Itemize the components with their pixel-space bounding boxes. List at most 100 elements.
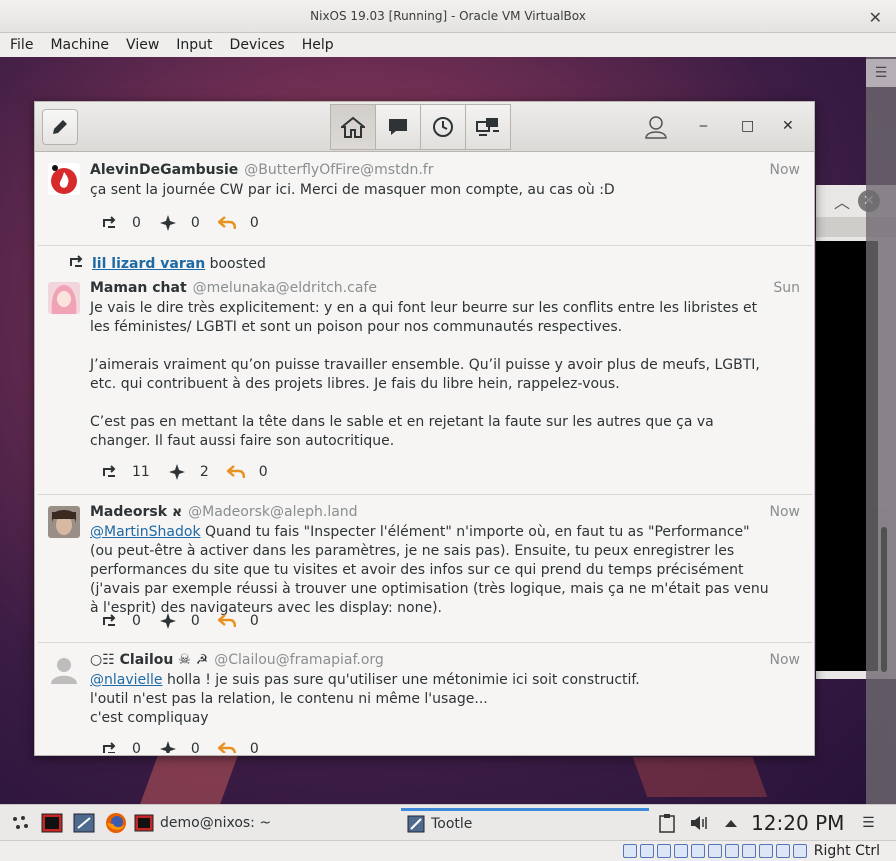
clock[interactable]: 12:20 PM [751, 811, 844, 835]
mention-link[interactable]: @nlavielle [90, 672, 163, 688]
reblog-count: 11 [132, 464, 150, 480]
status-post[interactable]: AlevinDeGambusie @ButterflyOfFire@mstdn.f… [38, 153, 812, 246]
boosted-label: boosted [209, 256, 266, 272]
reply-icon[interactable] [217, 215, 236, 231]
tab-notifications[interactable] [375, 104, 421, 150]
avatar[interactable] [48, 506, 80, 538]
post-line: @nlavielle holla ! je suis pas sure qu'u… [90, 672, 640, 688]
menu-devices[interactable]: Devices [220, 37, 292, 53]
network-icon [476, 118, 499, 136]
network-icon[interactable] [673, 844, 688, 858]
speech-bubble-icon [389, 119, 407, 135]
menu-view[interactable]: View [116, 37, 166, 53]
reblog-icon[interactable] [100, 464, 118, 480]
task-tootle[interactable]: Tootle [401, 807, 650, 838]
terminal-launcher-icon[interactable] [40, 811, 64, 835]
host-key-label: Right Ctrl [813, 843, 880, 859]
minimize-icon[interactable]: ‒ [699, 118, 708, 134]
clipboard-icon[interactable] [655, 811, 679, 835]
favourite-icon[interactable] [159, 215, 177, 231]
wallpaper-shape [632, 757, 768, 797]
usb-icon[interactable] [690, 844, 705, 858]
avatar[interactable] [48, 654, 80, 686]
post-paragraph: Je vais le dire très explicitement: y en… [90, 300, 758, 335]
post-content: @nlavielle holla ! je suis pas sure qu'u… [90, 671, 770, 728]
favourite-icon[interactable] [168, 464, 186, 480]
post-author[interactable]: Maman chat @melunaka@eldritch.cafe [90, 280, 377, 296]
close-icon[interactable]: ✕ [782, 118, 794, 134]
reply-icon[interactable] [217, 613, 236, 629]
menu-input[interactable]: Input [166, 37, 219, 53]
compose-button[interactable] [42, 109, 78, 145]
task-label: demo@nixos: ~ [160, 814, 272, 831]
reblog-icon[interactable] [100, 613, 118, 629]
close-icon[interactable]: ✕ [869, 8, 882, 27]
virtualization-icon[interactable] [758, 844, 773, 858]
favourite-count: 0 [190, 215, 200, 231]
maximize-icon[interactable]: □ [741, 118, 754, 134]
scrollbar-thumb[interactable] [881, 527, 887, 672]
status-post[interactable]: lil lizard varan boosted Maman chat @melu… [38, 246, 812, 495]
mention-link[interactable]: @MartinShadok [90, 524, 201, 540]
reply-count: 0 [258, 464, 268, 480]
reblog-count: 0 [132, 215, 141, 231]
tab-federated[interactable] [465, 104, 511, 150]
audio-icon[interactable] [656, 844, 671, 858]
status-post[interactable]: ○☷ Clailou ☠ ☭ @Clailou@framapiaf.org Now… [38, 643, 812, 753]
hard-disk-icon[interactable] [622, 844, 637, 858]
tab-local[interactable] [420, 104, 466, 150]
reply-icon[interactable] [226, 464, 245, 480]
file-manager-launcher-icon[interactable] [72, 811, 96, 835]
favourite-icon[interactable] [159, 613, 177, 629]
menu-machine[interactable]: Machine [40, 37, 116, 53]
post-time: Now [769, 504, 801, 520]
avatar[interactable] [48, 282, 80, 314]
favourite-icon[interactable] [159, 741, 177, 753]
tray-expand-icon[interactable] [719, 811, 743, 835]
post-time: Now [769, 162, 801, 178]
post-author[interactable]: ○☷ Clailou ☠ ☭ @Clailou@framapiaf.org [90, 652, 384, 668]
post-author[interactable]: AlevinDeGambusie @ButterflyOfFire@mstdn.f… [90, 162, 433, 178]
reply-count: 0 [249, 613, 259, 629]
desktop-scrollbar[interactable]: ☰ [866, 57, 896, 804]
post-paragraph: ça sent la journée CW par ici. Merci de … [90, 182, 615, 198]
menu-help[interactable]: Help [292, 37, 341, 53]
app-launcher-icon[interactable] [8, 811, 32, 835]
booster-link[interactable]: lil lizard varan [92, 256, 205, 272]
menu-file[interactable]: File [0, 37, 40, 53]
timeline-tabs [330, 104, 511, 150]
post-actions: 0 0 0 [100, 613, 277, 629]
account-icon[interactable] [645, 115, 667, 139]
post-line: l'outil n'est pas la relation, le conten… [90, 691, 488, 707]
task-terminal[interactable]: demo@nixos: ~ [128, 808, 277, 838]
status-post[interactable]: Madeorsk א @Madeorsk@aleph.land Now @Mart… [38, 495, 812, 643]
mouse-integration-icon[interactable] [775, 844, 790, 858]
home-timeline[interactable]: AlevinDeGambusie @ButterflyOfFire@mstdn.f… [38, 153, 812, 753]
keyboard-capture-icon[interactable] [792, 844, 807, 858]
post-handle: @Clailou@framapiaf.org [214, 652, 384, 668]
video-capture-icon[interactable] [741, 844, 756, 858]
display-icon[interactable] [724, 844, 739, 858]
post-author[interactable]: Madeorsk א @Madeorsk@aleph.land [90, 504, 358, 520]
avatar[interactable] [48, 163, 80, 195]
vbox-menubar: File Machine View Input Devices Help [0, 33, 896, 57]
post-paragraph: C’est pas en mettant la tête dans le sab… [90, 414, 714, 449]
post-paragraph: J’aimerais vraiment qu’on puisse travail… [90, 357, 760, 392]
post-handle: @ButterflyOfFire@mstdn.fr [244, 162, 434, 178]
boost-indicator: lil lizard varan boosted [68, 255, 266, 273]
terminal-icon [134, 814, 154, 831]
optical-drive-icon[interactable] [639, 844, 654, 858]
post-actions: 11 2 0 [100, 464, 286, 480]
menu-icon[interactable]: ☰ [856, 811, 880, 835]
reblog-icon[interactable] [100, 215, 118, 231]
hamburger-icon[interactable]: ☰ [866, 59, 896, 87]
volume-icon[interactable] [687, 811, 711, 835]
firefox-icon[interactable] [104, 811, 128, 835]
reblog-icon[interactable] [100, 741, 118, 753]
post-line: c'est compliquay [90, 710, 209, 726]
tab-home[interactable] [330, 104, 376, 150]
reply-icon[interactable] [217, 741, 236, 753]
chevron-up-icon[interactable]: ︿ [834, 189, 850, 213]
vbox-titlebar: NixOS 19.03 [Running] - Oracle VM Virtua… [0, 0, 896, 33]
shared-folders-icon[interactable] [707, 844, 722, 858]
